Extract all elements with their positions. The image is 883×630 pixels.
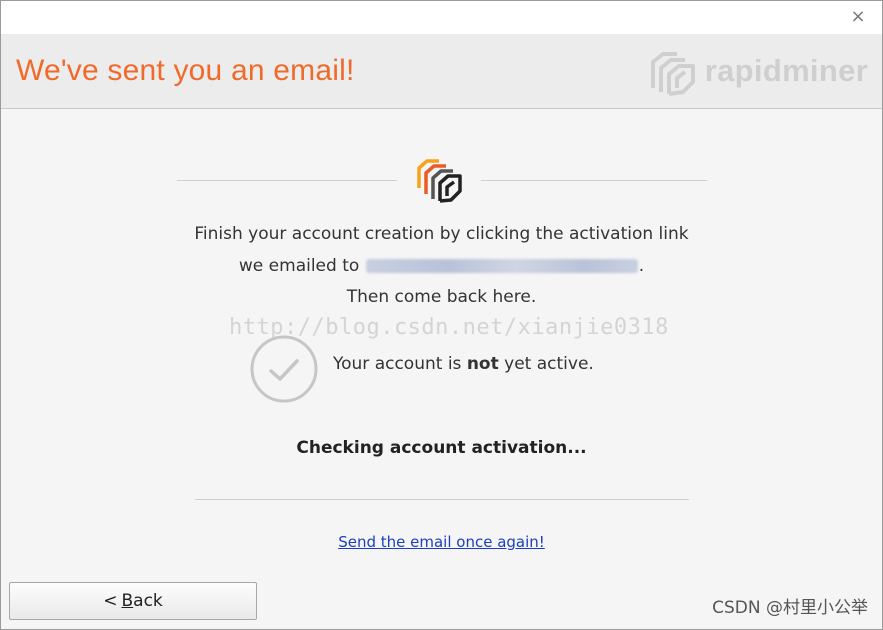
title-bar: ×	[1, 1, 882, 34]
resend-email-link[interactable]: Send the email once again!	[1, 533, 882, 551]
page-title: We've sent you an email!	[16, 54, 355, 87]
account-status: Your account is not yet active.	[333, 354, 594, 374]
top-divider-right	[481, 180, 707, 181]
close-icon[interactable]: ×	[848, 7, 868, 27]
message-line-1: Finish your account creation by clicking…	[194, 224, 689, 244]
dialog-window: × We've sent you an email! rapidminer Fi…	[0, 0, 883, 630]
redacted-email	[365, 259, 638, 273]
check-circle-icon	[250, 335, 318, 403]
message-line-3: Then come back here.	[346, 287, 537, 307]
footer-credit: CSDN @村里小公举	[712, 598, 868, 618]
back-button[interactable]: < Back	[9, 582, 257, 620]
brand-name: rapidminer	[704, 53, 868, 88]
status-prefix: Your account is	[333, 354, 467, 374]
back-mnemonic: B	[121, 591, 134, 611]
top-divider-left	[177, 180, 397, 181]
back-arrow: <	[103, 591, 118, 611]
message-line-2: we emailed to .	[1, 256, 882, 276]
dialog-content: Finish your account creation by clicking…	[1, 109, 882, 629]
checking-status: Checking account activation...	[296, 438, 587, 458]
dialog-header: We've sent you an email! rapidminer	[1, 34, 882, 109]
message-line-2-prefix: we emailed to	[238, 256, 365, 276]
back-label: Back	[121, 591, 162, 611]
status-emphasis: not	[466, 354, 499, 374]
status-suffix: yet active.	[498, 354, 594, 374]
bottom-divider	[195, 499, 689, 500]
back-label-rest: ack	[133, 591, 163, 611]
brand-logo: rapidminer	[645, 46, 868, 96]
message-line-2-suffix: .	[638, 256, 645, 276]
rapidminer-logo-icon	[417, 159, 462, 203]
rapidminer-logo-icon	[650, 52, 695, 96]
